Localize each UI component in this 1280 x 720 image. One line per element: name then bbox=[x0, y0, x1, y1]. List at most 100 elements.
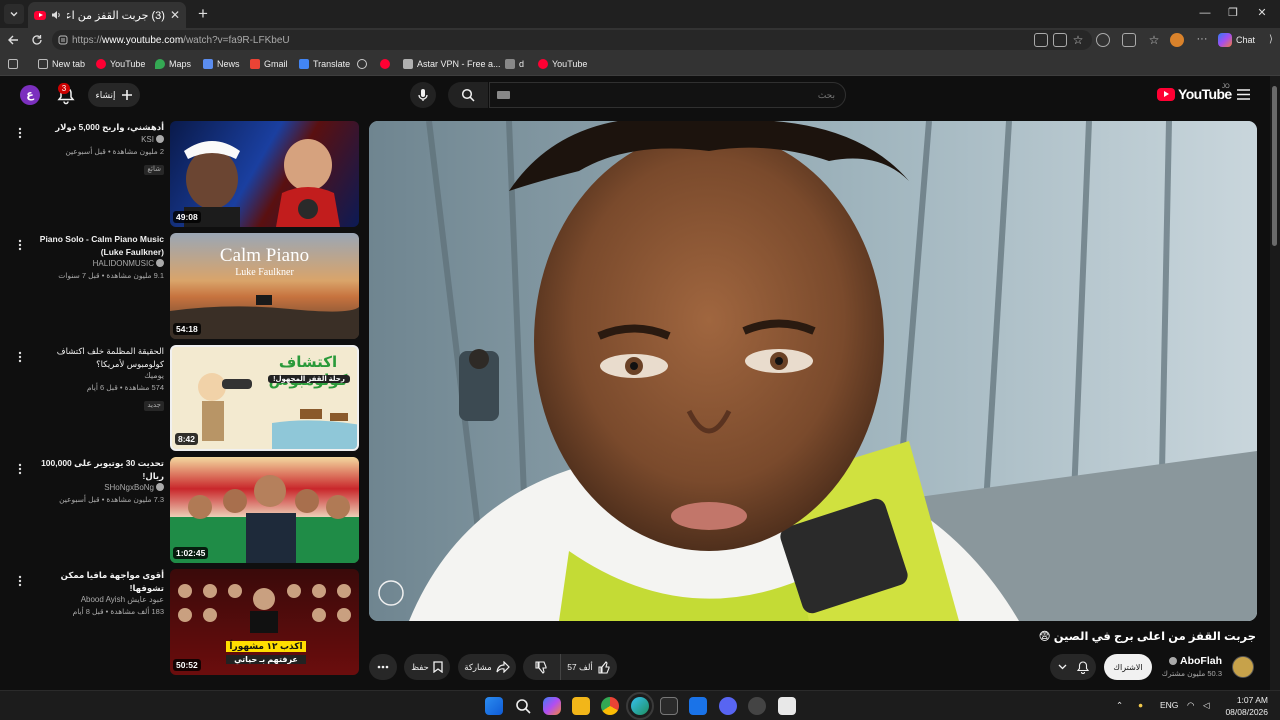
notifications-toggle-button[interactable] bbox=[1050, 654, 1096, 680]
recommendation-title[interactable]: أقوى مواجهة مافيا ممكن تشوفها! bbox=[28, 569, 164, 594]
reload-icon[interactable] bbox=[31, 34, 43, 46]
more-options-icon[interactable] bbox=[16, 575, 24, 587]
video-thumbnail[interactable]: 49:08 bbox=[170, 121, 359, 227]
microphone-tray-icon[interactable]: ● bbox=[1138, 700, 1143, 710]
more-options-icon[interactable] bbox=[16, 463, 24, 475]
minimize-icon[interactable]: — bbox=[1198, 6, 1212, 20]
channel-name[interactable]: SHoNgxBoNg bbox=[28, 482, 164, 494]
trending-badge: شائع bbox=[144, 164, 164, 175]
microphone-icon bbox=[418, 89, 428, 101]
recommended-video[interactable]: تحديت 30 يوتيوبر على 100,000 ريال! SHoNg… bbox=[0, 457, 362, 565]
more-options-icon[interactable] bbox=[16, 239, 24, 251]
browser-tab-active[interactable]: (3) جربت القفز من اعلى برج في الصين ✕ bbox=[28, 2, 186, 28]
copilot-app-icon[interactable] bbox=[543, 697, 561, 715]
recommended-video[interactable]: أقوى مواجهة مافيا ممكن تشوفها! Abood Ayi… bbox=[0, 569, 362, 677]
url-field[interactable]: https://www.youtube.com/watch?v=fa9R-LFK… bbox=[52, 30, 1092, 50]
new-tab-button[interactable]: + bbox=[193, 4, 213, 24]
browser-essentials-icon[interactable] bbox=[1122, 33, 1136, 47]
discord-icon[interactable] bbox=[719, 697, 737, 715]
bookmarks-toggle-icon[interactable] bbox=[8, 57, 18, 71]
video-thumbnail[interactable]: 1:02:45 bbox=[170, 457, 359, 563]
extensions-icon[interactable] bbox=[1096, 33, 1110, 47]
recommendation-title[interactable]: تحديت 30 يوتيوبر على 100,000 ريال! bbox=[28, 457, 164, 482]
subscribe-button[interactable]: الاشتراك bbox=[1104, 654, 1152, 680]
more-options-icon[interactable] bbox=[16, 351, 24, 363]
system-clock[interactable]: 1:07 AM 08/08/2026 bbox=[1218, 694, 1268, 718]
copilot-chat-button[interactable]: Chat bbox=[1218, 33, 1255, 47]
bookmark-youtube[interactable]: YouTube bbox=[96, 57, 145, 71]
more-menu-icon[interactable]: ··· bbox=[1195, 33, 1209, 47]
start-windows-icon[interactable] bbox=[485, 697, 503, 715]
bookmark-gmail[interactable]: Gmail bbox=[250, 57, 288, 71]
translate-page-icon[interactable] bbox=[1034, 33, 1048, 47]
voice-search-button[interactable] bbox=[410, 82, 436, 108]
channel-name[interactable]: يوميك bbox=[28, 370, 164, 382]
recommendation-title[interactable]: الحقيقة المظلمة خلف اكتشاف كولومبوس لأمر… bbox=[28, 345, 164, 370]
reader-mode-icon[interactable] bbox=[1053, 33, 1067, 47]
video-thumbnail[interactable]: Calm Piano Luke Faulkner 54:18 bbox=[170, 233, 359, 339]
recommendation-title[interactable]: Piano Solo - Calm Piano Music (Luke Faul… bbox=[28, 233, 164, 258]
recommended-video[interactable]: أدهشني، واربح 5,000 دولار KSI 2 مليون مش… bbox=[0, 121, 362, 229]
close-window-icon[interactable]: ✕ bbox=[1255, 6, 1269, 20]
dislike-button[interactable] bbox=[523, 654, 561, 680]
recommended-video[interactable]: Piano Solo - Calm Piano Music (Luke Faul… bbox=[0, 233, 362, 341]
youtube-logo[interactable]: YouTube bbox=[1157, 86, 1232, 102]
favorite-star-icon[interactable]: ☆ bbox=[1071, 33, 1085, 47]
bookmark-translate[interactable]: Translate bbox=[299, 57, 350, 71]
more-options-icon[interactable] bbox=[16, 127, 24, 139]
page-scrollbar[interactable] bbox=[1270, 76, 1280, 690]
settings-gear-icon[interactable] bbox=[748, 697, 766, 715]
share-button[interactable]: مشاركة bbox=[458, 654, 516, 680]
channel-name[interactable]: Abood Ayish عبود عايش bbox=[28, 594, 164, 606]
recommended-video[interactable]: الحقيقة المظلمة خلف اكتشاف كولومبوس لأمر… bbox=[0, 345, 362, 453]
bookmark-youtube-icon-only[interactable] bbox=[380, 57, 390, 71]
video-player[interactable] bbox=[369, 121, 1257, 621]
video-thumbnail[interactable]: اكذب ١٢ مشهوراً عرفتهم بـ حياتي 50:52 bbox=[170, 569, 359, 675]
app-icon[interactable] bbox=[778, 697, 796, 715]
channel-avatar[interactable] bbox=[1232, 656, 1254, 678]
tab-close-icon[interactable]: ✕ bbox=[170, 8, 180, 22]
input-language[interactable]: ENG bbox=[1160, 700, 1178, 710]
url-path: /watch?v=fa9R-LFKbeU bbox=[183, 34, 290, 46]
bookmark-new-tab[interactable]: New tab bbox=[38, 57, 85, 71]
outlook-icon[interactable] bbox=[689, 697, 707, 715]
channel-name[interactable]: AboFlah bbox=[1150, 655, 1222, 667]
bookmark-globe[interactable] bbox=[357, 57, 367, 71]
tray-expand-icon[interactable]: ⌃ bbox=[1116, 700, 1123, 711]
recommendation-title[interactable]: أدهشني، واربح 5,000 دولار bbox=[28, 121, 164, 134]
video-thumbnail[interactable]: اكتشاف كولومبوس رحلة القفز المجهول! 8:42 bbox=[170, 345, 359, 451]
channel-name[interactable]: HALIDONMUSIC bbox=[28, 258, 164, 270]
favorites-list-icon[interactable]: ☆ bbox=[1147, 33, 1161, 47]
restore-icon[interactable]: ❐ bbox=[1226, 6, 1240, 20]
profile-avatar-icon[interactable] bbox=[1170, 33, 1184, 47]
scrollbar-thumb[interactable] bbox=[1272, 86, 1277, 246]
more-actions-button[interactable] bbox=[369, 654, 397, 680]
video-duration: 54:18 bbox=[173, 323, 201, 335]
wifi-icon[interactable]: ◠ bbox=[1187, 700, 1194, 711]
chrome-icon[interactable] bbox=[601, 697, 619, 715]
bookmark-maps[interactable]: Maps bbox=[155, 57, 191, 71]
like-button[interactable]: 57 ألف bbox=[561, 654, 617, 680]
bookmark-youtube-2[interactable]: YouTube bbox=[538, 57, 587, 71]
edge-browser-icon[interactable] bbox=[626, 692, 654, 720]
search-input[interactable] bbox=[489, 82, 846, 108]
save-button[interactable]: حفظ bbox=[404, 654, 450, 680]
back-arrow-icon[interactable] bbox=[7, 34, 19, 46]
bookmark-d[interactable]: d bbox=[505, 57, 524, 71]
hamburger-menu-icon[interactable] bbox=[1237, 89, 1250, 100]
bookmark-news[interactable]: News bbox=[203, 57, 240, 71]
account-avatar[interactable]: ع bbox=[20, 85, 40, 105]
channel-name[interactable]: KSI bbox=[28, 134, 164, 146]
store-icon[interactable] bbox=[660, 697, 678, 715]
tab-actions-menu-icon[interactable] bbox=[4, 4, 24, 24]
volume-icon[interactable]: ◁ bbox=[1203, 700, 1210, 711]
site-info-icon[interactable] bbox=[58, 35, 68, 45]
bookmark-astar-vpn[interactable]: Astar VPN - Free a... bbox=[403, 57, 501, 71]
create-button[interactable]: إنشاء bbox=[88, 83, 140, 107]
speaker-icon[interactable] bbox=[51, 10, 62, 20]
file-explorer-icon[interactable] bbox=[572, 697, 590, 715]
youtube-header: ع 3 إنشاء YouTube JO bbox=[0, 76, 1280, 114]
taskbar-search-icon[interactable] bbox=[514, 697, 532, 715]
sidebar-toggle-icon[interactable]: ⟩ bbox=[1264, 33, 1278, 47]
search-button[interactable] bbox=[448, 82, 488, 108]
